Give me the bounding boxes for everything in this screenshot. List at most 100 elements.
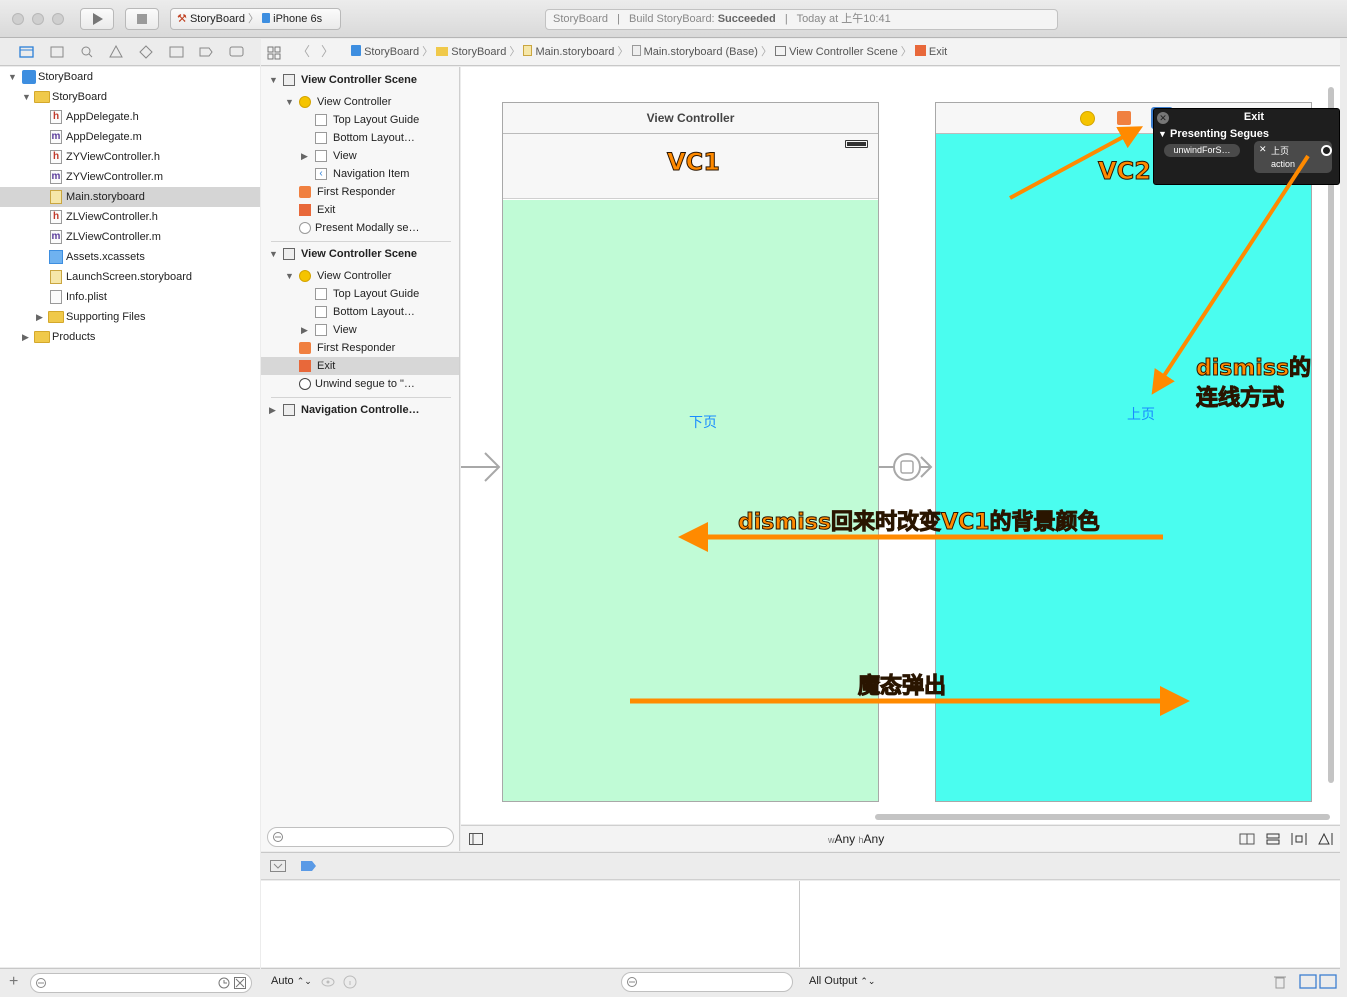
pin-icon[interactable] — [1291, 832, 1307, 846]
variables-scope-select[interactable]: Auto ⌃⌄ — [271, 975, 312, 987]
nav-item-file[interactable]: m ZYViewController.m — [0, 167, 260, 187]
horizontal-scrollbar[interactable] — [875, 814, 1330, 820]
hide-debug-area-icon[interactable] — [270, 860, 286, 872]
trash-icon[interactable] — [1273, 974, 1287, 990]
breadcrumb-item[interactable]: Exit — [914, 45, 947, 58]
project-navigator-icon[interactable] — [19, 46, 34, 58]
view-controller-2[interactable]: 上页 — [935, 102, 1312, 802]
first-responder-dock-icon[interactable] — [1117, 111, 1131, 125]
segues-section: ▼ Presenting Segues — [1158, 128, 1269, 140]
outline-first-responder[interactable]: First Responder — [261, 183, 459, 201]
outline-controller[interactable]: ▼ View Controller — [261, 93, 459, 111]
outline-segue[interactable]: Present Modally se… — [261, 219, 459, 237]
nav-item-file[interactable]: h AppDelegate.h — [0, 107, 260, 127]
breakpoint-navigator-icon[interactable] — [199, 47, 213, 57]
outline-exit[interactable]: Exit — [261, 201, 459, 219]
outline-bottom-guide[interactable]: Bottom Layout… — [261, 129, 459, 147]
align-icon[interactable] — [1265, 832, 1281, 846]
connection-well-icon[interactable] — [1321, 145, 1332, 156]
nav-item-label: AppDelegate.m — [66, 131, 142, 143]
add-icon[interactable]: + — [9, 973, 18, 991]
scheme-selector[interactable]: ⚒ StoryBoard 〉 iPhone 6s — [170, 8, 341, 30]
debug-navigator-icon[interactable] — [169, 46, 184, 58]
run-button[interactable] — [80, 8, 114, 30]
info-icon[interactable] — [343, 975, 357, 989]
nav-item-file[interactable]: LaunchScreen.storyboard — [0, 267, 260, 287]
disclosure-open-icon: ▼ — [269, 75, 278, 85]
report-navigator-icon[interactable] — [229, 46, 244, 57]
outline-scene-3[interactable]: ▶ Navigation Controlle… — [261, 401, 459, 419]
nav-item-group[interactable]: ▶ Products — [0, 327, 260, 347]
outline-scene-2[interactable]: ▼ View Controller Scene — [261, 245, 459, 263]
segue-connector[interactable] — [879, 451, 937, 483]
outline-view[interactable]: ▶ View — [261, 321, 459, 339]
outline-controller[interactable]: ▼ View Controller — [261, 267, 459, 285]
view-icon — [315, 150, 327, 162]
resolve-issues-icon[interactable] — [1317, 832, 1333, 846]
debug-area — [261, 881, 1340, 967]
vertical-scrollbar[interactable] — [1328, 87, 1334, 783]
output-select[interactable]: All Output ⌃⌄ — [809, 975, 875, 987]
back-icon[interactable]: 〈 — [297, 39, 310, 65]
test-navigator-icon[interactable] — [139, 45, 153, 59]
view-controller-dock-icon[interactable] — [1080, 111, 1095, 126]
breadcrumb-label: StoryBoard — [364, 46, 420, 58]
split-view-toggle-icon[interactable] — [1299, 974, 1339, 990]
size-class-w: Any — [834, 832, 856, 846]
nav-item-file[interactable]: m AppDelegate.m — [0, 127, 260, 147]
outline-unwind-segue[interactable]: Unwind segue to "… — [261, 375, 459, 393]
outline-bottom-guide[interactable]: Bottom Layout… — [261, 303, 459, 321]
vc2-view[interactable]: 上页 — [936, 134, 1311, 801]
view-controller-1[interactable]: View Controller 下页 — [502, 102, 879, 802]
nav-item-group[interactable]: ▶ Supporting Files — [0, 307, 260, 327]
nav-item-file[interactable]: m ZLViewController.m — [0, 227, 260, 247]
next-page-button[interactable]: 下页 — [503, 412, 903, 432]
breadcrumb-item[interactable]: StoryBoard — [436, 46, 506, 58]
size-class-control[interactable]: wAny hAny — [828, 832, 884, 846]
outline-top-guide[interactable]: Top Layout Guide — [261, 111, 459, 129]
breadcrumb-item[interactable]: Main.storyboard (Base) — [631, 45, 758, 58]
disclosure-open-icon: ▼ — [285, 97, 294, 107]
navigator-filter-input[interactable] — [30, 973, 252, 993]
breadcrumb-item[interactable]: Main.storyboard — [523, 45, 614, 58]
outline-top-guide[interactable]: Top Layout Guide — [261, 285, 459, 303]
nav-item-group[interactable]: ▼ StoryBoard — [0, 87, 260, 107]
segue-target-pill[interactable]: ✕ 上页 action — [1254, 141, 1332, 173]
close-window-button[interactable] — [12, 13, 24, 25]
nav-item-file-selected[interactable]: Main.storyboard — [0, 187, 260, 207]
stack-icon[interactable] — [1239, 832, 1255, 846]
minimize-window-button[interactable] — [32, 13, 44, 25]
outline-filter-input[interactable] — [267, 827, 454, 847]
breakpoints-toggle-icon[interactable] — [301, 861, 317, 871]
forward-icon[interactable]: 〉 — [321, 39, 334, 65]
variables-filter-input[interactable] — [621, 972, 793, 992]
outline-first-responder[interactable]: First Responder — [261, 339, 459, 357]
outline-view[interactable]: ▶ View — [261, 147, 459, 165]
breadcrumb-item[interactable]: StoryBoard — [351, 45, 420, 58]
outline-exit-selected[interactable]: Exit — [261, 357, 459, 375]
issue-navigator-icon[interactable] — [109, 44, 123, 58]
zoom-window-button[interactable] — [52, 13, 64, 25]
outline-scene-1[interactable]: ▼ View Controller Scene — [261, 71, 459, 89]
nav-item-file[interactable]: Assets.xcassets — [0, 247, 260, 267]
symbol-navigator-icon[interactable] — [50, 46, 64, 58]
nav-item-project[interactable]: ▼ StoryBoard — [0, 67, 260, 87]
related-items-icon[interactable] — [267, 46, 281, 60]
play-icon — [93, 13, 103, 25]
header-file-icon: h — [50, 210, 62, 224]
quick-look-icon[interactable] — [321, 975, 335, 989]
stop-button[interactable] — [125, 8, 159, 30]
vc1-view[interactable]: 下页 — [503, 200, 878, 801]
outline-nav-item[interactable]: ‹ Navigation Item — [261, 165, 459, 183]
prev-page-button[interactable]: 上页 — [936, 404, 1346, 424]
nav-item-file[interactable]: h ZYViewController.h — [0, 147, 260, 167]
breadcrumb-item[interactable]: View Controller Scene — [775, 46, 898, 58]
nav-item-file[interactable]: h ZLViewController.h — [0, 207, 260, 227]
toggle-outline-icon[interactable] — [469, 833, 483, 845]
nav-item-file[interactable]: Info.plist — [0, 287, 260, 307]
output-label: All Output — [809, 975, 858, 987]
find-navigator-icon[interactable] — [81, 46, 93, 58]
recent-files-icon[interactable] — [218, 977, 230, 989]
source-control-filter-icon[interactable] — [234, 977, 246, 989]
remove-connection-icon[interactable]: ✕ — [1259, 144, 1267, 155]
